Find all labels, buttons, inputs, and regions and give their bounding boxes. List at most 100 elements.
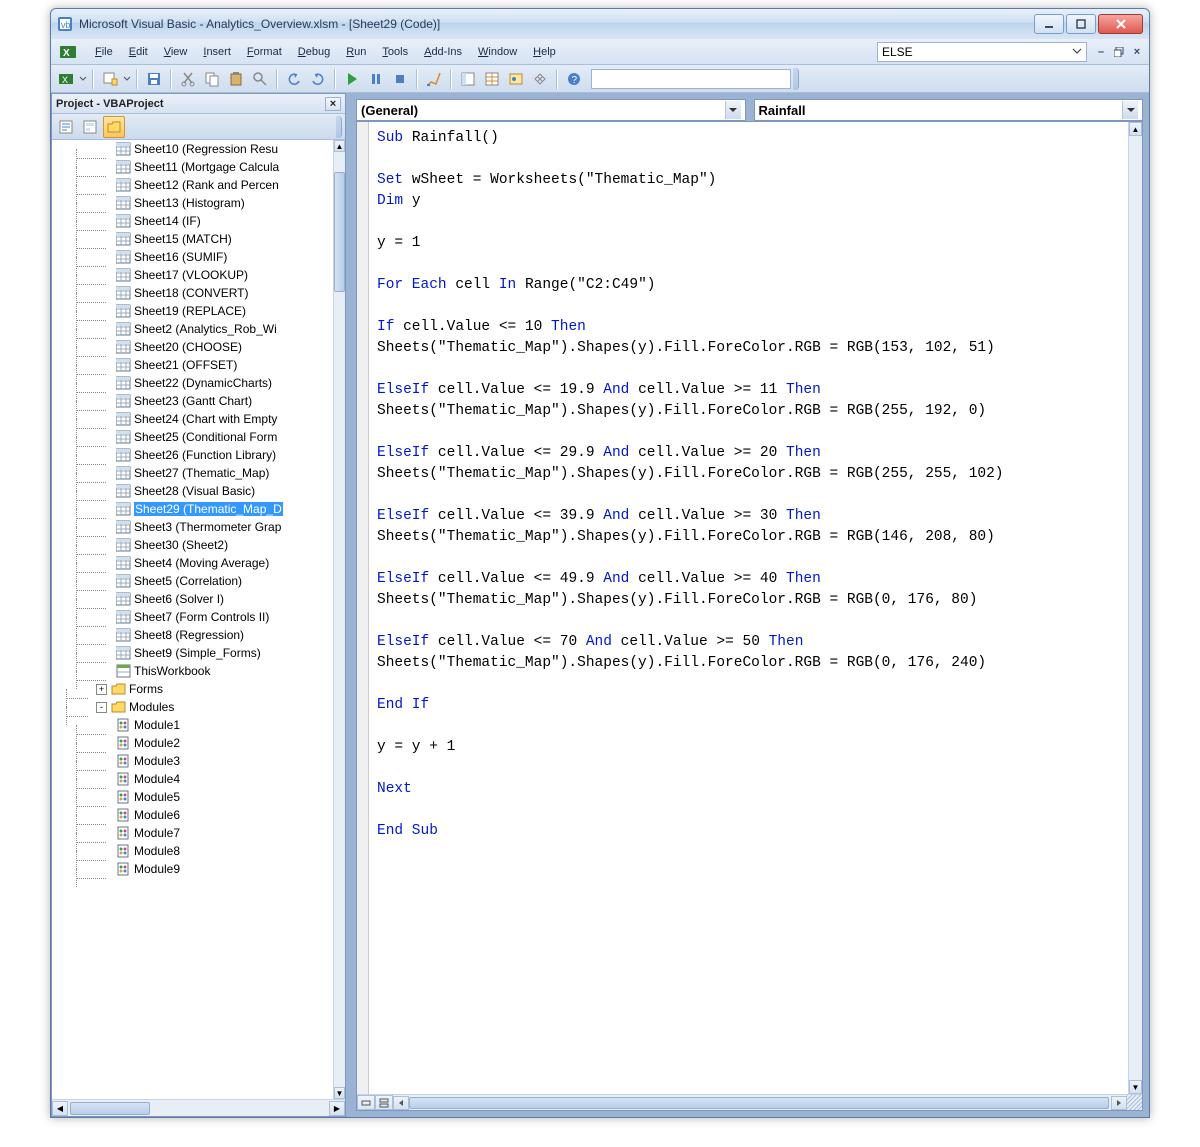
titlebar[interactable]: vb Microsoft Visual Basic - Analytics_Ov… (51, 9, 1149, 39)
tree-item[interactable]: Sheet26 (Function Library) (52, 446, 333, 464)
paste-button[interactable] (225, 68, 247, 90)
run-button[interactable] (341, 68, 363, 90)
toolbar-overflow[interactable] (793, 68, 799, 90)
reset-button[interactable] (389, 68, 411, 90)
view-excel-button[interactable]: X (55, 68, 77, 90)
tree-item[interactable]: Sheet23 (Gantt Chart) (52, 392, 333, 410)
tree-item[interactable]: Module4 (52, 770, 333, 788)
view-object-button[interactable] (79, 116, 101, 138)
tree-item[interactable]: Sheet22 (DynamicCharts) (52, 374, 333, 392)
procedure-dropdown[interactable]: Rainfall (754, 99, 1144, 121)
design-mode-button[interactable] (423, 68, 445, 90)
tree-item[interactable]: Sheet16 (SUMIF) (52, 248, 333, 266)
undo-button[interactable] (283, 68, 305, 90)
find-button[interactable] (249, 68, 271, 90)
menu-window[interactable]: Window (470, 43, 525, 61)
scroll-left-button[interactable] (393, 1096, 409, 1110)
toolbox-button[interactable] (529, 68, 551, 90)
menu-edit[interactable]: Edit (121, 43, 156, 61)
copy-button[interactable] (201, 68, 223, 90)
mdi-minimize-button[interactable]: – (1093, 45, 1109, 59)
insert-button[interactable] (99, 68, 121, 90)
tree-item[interactable]: Sheet21 (OFFSET) (52, 356, 333, 374)
tree-item[interactable]: Sheet4 (Moving Average) (52, 554, 333, 572)
tree-item[interactable]: -Modules (52, 698, 333, 716)
minimize-button[interactable] (1034, 14, 1064, 34)
close-button[interactable] (1098, 14, 1143, 34)
tree-item[interactable]: Sheet12 (Rank and Percen (52, 176, 333, 194)
scroll-up-button[interactable]: ▲ (1129, 122, 1142, 136)
tree-item[interactable]: ThisWorkbook (52, 662, 333, 680)
mdi-close-button[interactable]: × (1129, 45, 1145, 59)
tree-item[interactable]: Sheet29 (Thematic_Map_D (52, 500, 333, 518)
tree-item[interactable]: Sheet15 (MATCH) (52, 230, 333, 248)
expand-toggle[interactable]: - (96, 702, 107, 713)
tree-item[interactable]: Sheet27 (Thematic_Map) (52, 464, 333, 482)
menu-add-ins[interactable]: Add-Ins (416, 43, 470, 61)
tree-item[interactable]: Sheet17 (VLOOKUP) (52, 266, 333, 284)
redo-button[interactable] (307, 68, 329, 90)
menu-tools[interactable]: Tools (374, 43, 416, 61)
tree-item[interactable]: +Forms (52, 680, 333, 698)
toolbar-overflow[interactable] (336, 116, 342, 138)
break-button[interactable] (365, 68, 387, 90)
save-button[interactable] (143, 68, 165, 90)
object-dropdown[interactable]: (General) (356, 99, 746, 121)
scroll-down-button[interactable]: ▼ (1129, 1080, 1142, 1094)
tree-item[interactable]: Sheet30 (Sheet2) (52, 536, 333, 554)
expand-toggle[interactable]: + (96, 684, 107, 695)
tree-item[interactable]: Module6 (52, 806, 333, 824)
menu-debug[interactable]: Debug (290, 43, 338, 61)
tree-horizontal-scrollbar[interactable]: ◀ ▶ (52, 1099, 345, 1116)
project-pane-title[interactable]: Project - VBAProject × (52, 94, 345, 114)
tree-item[interactable]: Sheet24 (Chart with Empty (52, 410, 333, 428)
tree-item[interactable]: Sheet9 (Simple_Forms) (52, 644, 333, 662)
project-tree[interactable]: Sheet10 (Regression ResuSheet11 (Mortgag… (52, 140, 345, 1099)
scrollbar-thumb[interactable] (70, 1102, 150, 1115)
help-search-input[interactable] (591, 69, 791, 89)
scope-dropdown[interactable]: ELSE (877, 42, 1087, 62)
object-browser-button[interactable] (505, 68, 527, 90)
scroll-left-button[interactable]: ◀ (52, 1101, 68, 1116)
menu-run[interactable]: Run (338, 43, 374, 61)
tree-item[interactable]: Module9 (52, 860, 333, 878)
tree-item[interactable]: Sheet18 (CONVERT) (52, 284, 333, 302)
tree-item[interactable]: Sheet2 (Analytics_Rob_Wi (52, 320, 333, 338)
mdi-restore-button[interactable] (1111, 45, 1127, 59)
tree-item[interactable]: Sheet10 (Regression Resu (52, 140, 333, 158)
tree-item[interactable]: Sheet28 (Visual Basic) (52, 482, 333, 500)
menu-help[interactable]: Help (525, 43, 564, 61)
tree-item[interactable]: Module8 (52, 842, 333, 860)
tree-item[interactable]: Sheet13 (Histogram) (52, 194, 333, 212)
close-icon[interactable]: × (325, 97, 341, 111)
scroll-up-button[interactable]: ▲ (334, 140, 345, 152)
tree-item[interactable]: Module2 (52, 734, 333, 752)
scroll-down-button[interactable]: ▼ (334, 1087, 345, 1099)
scroll-right-button[interactable] (1111, 1096, 1127, 1110)
tree-item[interactable]: Sheet6 (Solver I) (52, 590, 333, 608)
full-module-view-button[interactable] (375, 1095, 393, 1110)
tree-item[interactable]: Module5 (52, 788, 333, 806)
tree-item[interactable]: Sheet25 (Conditional Form (52, 428, 333, 446)
menu-insert[interactable]: Insert (195, 43, 239, 61)
tree-item[interactable]: Module3 (52, 752, 333, 770)
tree-item[interactable]: Sheet20 (CHOOSE) (52, 338, 333, 356)
tree-item[interactable]: Sheet11 (Mortgage Calcula (52, 158, 333, 176)
tree-vertical-scrollbar[interactable]: ▲ ▼ (333, 140, 345, 1099)
tree-item[interactable]: Sheet14 (IF) (52, 212, 333, 230)
help-button[interactable]: ? (563, 68, 585, 90)
code-vertical-scrollbar[interactable]: ▲ ▼ (1128, 122, 1142, 1094)
menu-file[interactable]: File (87, 43, 121, 61)
cut-button[interactable] (177, 68, 199, 90)
code-margin[interactable] (357, 122, 369, 1094)
tree-item[interactable]: Module7 (52, 824, 333, 842)
menu-format[interactable]: Format (239, 43, 290, 61)
scrollbar-thumb[interactable] (334, 172, 345, 292)
tree-item[interactable]: Sheet8 (Regression) (52, 626, 333, 644)
tree-item[interactable]: Sheet19 (REPLACE) (52, 302, 333, 320)
project-explorer-button[interactable] (457, 68, 479, 90)
tree-item[interactable]: Module1 (52, 716, 333, 734)
code-horizontal-scrollbar[interactable] (393, 1095, 1127, 1110)
maximize-button[interactable] (1066, 14, 1096, 34)
scrollbar-thumb[interactable] (409, 1097, 1109, 1109)
